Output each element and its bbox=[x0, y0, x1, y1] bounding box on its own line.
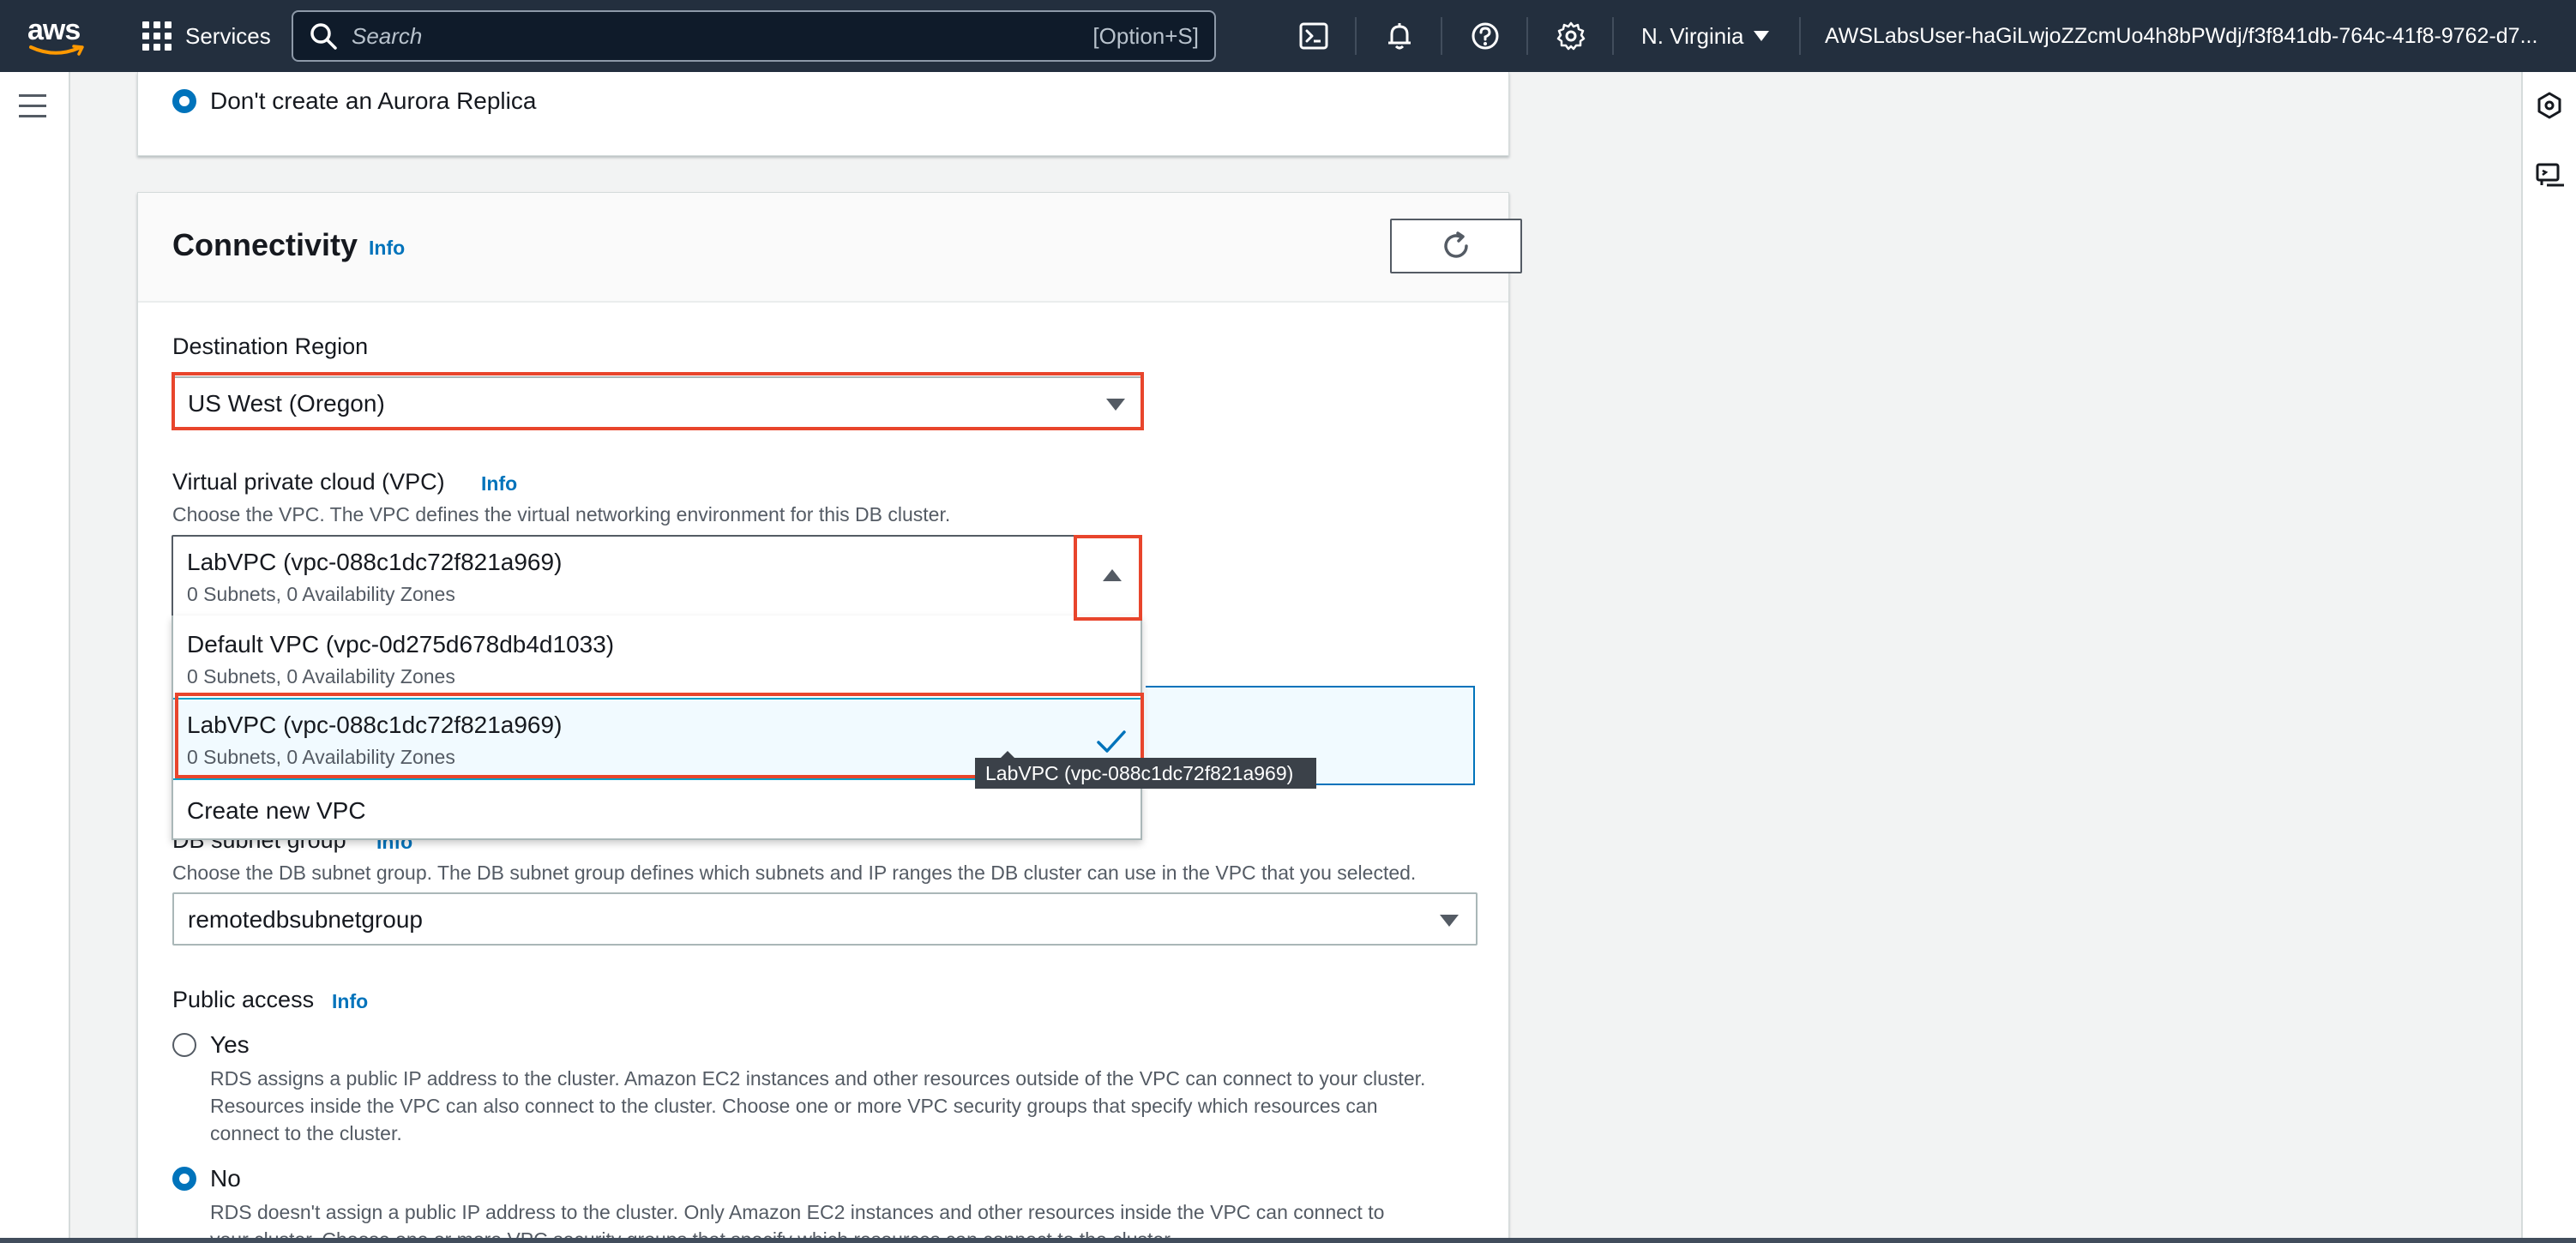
vpc-tooltip: LabVPC (vpc-088c1dc72f821a969) bbox=[975, 751, 1316, 789]
subnet-group-description: Choose the DB subnet group. The DB subne… bbox=[172, 862, 1417, 884]
nav-divider bbox=[1526, 17, 1528, 55]
vpc-option-label: Create new VPC bbox=[187, 797, 366, 824]
caret-down-icon bbox=[1106, 399, 1125, 411]
vpc-selected-sub: 0 Subnets, 0 Availability Zones bbox=[187, 583, 455, 605]
refresh-button[interactable] bbox=[1390, 219, 1522, 273]
right-side-rail bbox=[2521, 72, 2576, 1243]
bell-icon[interactable] bbox=[1382, 19, 1417, 53]
vpc-selected-value: LabVPC (vpc-088c1dc72f821a969) bbox=[187, 549, 563, 575]
services-menu-button[interactable]: Services bbox=[142, 19, 271, 53]
nav-divider bbox=[1441, 17, 1442, 55]
caret-down-icon bbox=[1754, 31, 1770, 41]
vpc-option-sub: 0 Subnets, 0 Availability Zones bbox=[187, 746, 455, 768]
vpc-info-link[interactable]: Info bbox=[481, 472, 517, 495]
public-access-info-link[interactable]: Info bbox=[332, 990, 368, 1013]
nav-divider bbox=[1355, 17, 1357, 55]
vpc-dropdown-list: Default VPC (vpc-0d275d678db4d1033) 0 Su… bbox=[172, 615, 1142, 840]
region-label: N. Virginia bbox=[1641, 22, 1744, 49]
nav-divider bbox=[1612, 17, 1614, 55]
destination-region-label: Destination Region bbox=[172, 333, 369, 359]
search-input[interactable] bbox=[352, 22, 1093, 50]
account-menu[interactable]: AWSLabsUser-haGiLwjoZZcmUo4h8bPWdj/f3f84… bbox=[1825, 19, 2537, 53]
connectivity-info-link[interactable]: Info bbox=[369, 237, 405, 260]
top-navigation: aws Services [Option+S] N. Virginia bbox=[0, 0, 2576, 72]
public-access-no-label: No bbox=[210, 1165, 241, 1192]
aws-smile-icon bbox=[29, 45, 84, 56]
replica-card: Don't create an Aurora Replica bbox=[137, 72, 1509, 156]
bottom-edge bbox=[0, 1238, 2576, 1243]
cloudshell-icon[interactable] bbox=[1297, 19, 1331, 53]
feedback-screen-icon[interactable] bbox=[2535, 161, 2566, 192]
vpc-option-label: LabVPC (vpc-088c1dc72f821a969) bbox=[187, 712, 563, 738]
destination-region-select[interactable]: US West (Oregon) bbox=[172, 376, 1143, 429]
subnet-group-select[interactable]: remotedbsubnetgroup bbox=[172, 892, 1478, 946]
public-access-label: Public access bbox=[172, 987, 315, 1012]
public-access-yes-desc-3: connect to the cluster. bbox=[210, 1122, 402, 1144]
search-shortcut-hint: [Option+S] bbox=[1092, 22, 1199, 49]
refresh-icon bbox=[1444, 231, 1468, 258]
search-icon bbox=[310, 23, 337, 50]
search-bar[interactable]: [Option+S] bbox=[292, 10, 1216, 62]
aws-logo[interactable]: aws bbox=[27, 14, 87, 58]
radio-public-access-no[interactable] bbox=[172, 1167, 196, 1191]
public-access-yes-desc-1: RDS assigns a public IP address to the c… bbox=[210, 1067, 1426, 1090]
public-access-yes-label: Yes bbox=[210, 1031, 250, 1058]
connectivity-header: Connectivity Info bbox=[138, 193, 1522, 303]
vpc-label: Virtual private cloud (VPC) bbox=[172, 469, 445, 495]
destination-region-value: US West (Oregon) bbox=[188, 390, 385, 417]
services-label: Services bbox=[185, 22, 271, 49]
region-selector[interactable]: N. Virginia bbox=[1641, 19, 1770, 53]
connectivity-title: Connectivity bbox=[172, 227, 358, 262]
account-label: AWSLabsUser-haGiLwjoZZcmUo4h8bPWdj/f3f84… bbox=[1825, 23, 2538, 48]
public-access-yes-desc-2: Resources inside the VPC can also connec… bbox=[210, 1095, 1378, 1117]
vpc-option-create-new[interactable]: Create new VPC bbox=[173, 780, 1141, 840]
radio-no-aurora-replica[interactable] bbox=[172, 89, 196, 113]
hamburger-menu-icon[interactable] bbox=[19, 94, 50, 120]
vpc-select[interactable]: LabVPC (vpc-088c1dc72f821a969) 0 Subnets… bbox=[172, 535, 1142, 617]
vpc-option-default[interactable]: Default VPC (vpc-0d275d678db4d1033) 0 Su… bbox=[173, 615, 1141, 698]
hexagon-help-icon[interactable] bbox=[2535, 91, 2566, 122]
vpc-option-sub: 0 Subnets, 0 Availability Zones bbox=[187, 665, 455, 688]
left-side-rail bbox=[0, 72, 70, 1243]
subnet-group-value: remotedbsubnetgroup bbox=[188, 906, 423, 933]
nav-divider bbox=[1799, 17, 1801, 55]
aws-logo-text: aws bbox=[27, 14, 81, 46]
services-grid-icon bbox=[142, 21, 172, 51]
vpc-description: Choose the VPC. The VPC defines the virt… bbox=[172, 503, 951, 525]
radio-public-access-yes[interactable] bbox=[172, 1033, 196, 1057]
caret-down-icon bbox=[1440, 915, 1459, 927]
gear-icon[interactable] bbox=[1554, 19, 1588, 53]
no-aurora-replica-label: Don't create an Aurora Replica bbox=[210, 87, 537, 114]
public-access-no-desc-1: RDS doesn't assign a public IP address t… bbox=[210, 1201, 1385, 1223]
checkmark-icon bbox=[1097, 730, 1126, 753]
vpc-option-label: Default VPC (vpc-0d275d678db4d1033) bbox=[187, 631, 615, 658]
caret-up-icon bbox=[1103, 569, 1122, 581]
help-icon[interactable] bbox=[1468, 19, 1502, 53]
